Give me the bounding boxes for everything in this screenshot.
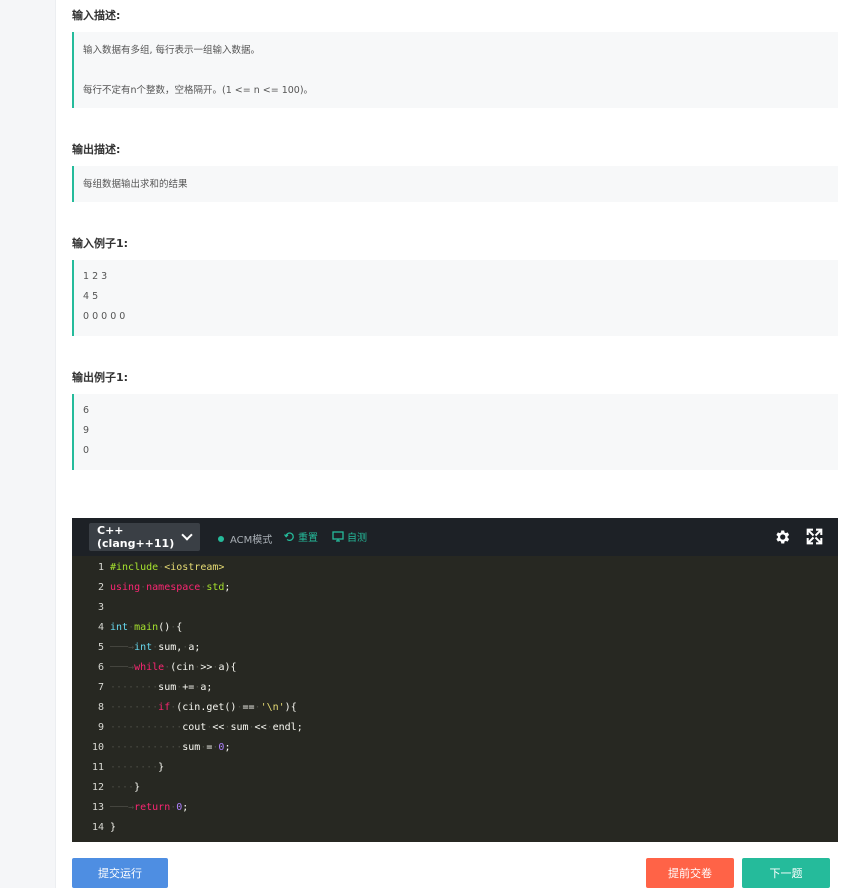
line-number: 13 (91, 802, 104, 813)
code-line: 10 ············sum·=·0; (72, 738, 838, 758)
code-line: 8 ········if·(cin.get()·==·'\n'){ (72, 698, 838, 718)
next-question-button[interactable]: 下一题 (742, 858, 830, 888)
code-text: ───→return·0; (110, 802, 189, 813)
input-example-box: 1 2 3 4 5 0 0 0 0 0 (72, 260, 838, 336)
code-line: 7 ········sum·+=·a; (72, 678, 838, 698)
code-line: 13 ───→return·0; (72, 798, 838, 818)
input-description-line: 每行不定有n个整数，空格隔开。(1 <= n <= 100)。 (83, 85, 314, 96)
code-text: ····} (110, 782, 141, 793)
code-line: 12 ····} (72, 778, 838, 798)
code-text: int·main()·{ (110, 622, 183, 633)
line-number: 7 (97, 682, 104, 693)
code-line: 6 ───→while·(cin·>>·a){ (72, 658, 838, 678)
input-example-line: 1 2 3 (83, 271, 108, 282)
code-text: ············cout·<<·sum·<<·endl; (110, 722, 303, 733)
self-test-label: 自测 (347, 533, 367, 544)
output-example-line: 6 (83, 405, 90, 416)
line-number: 6 (97, 662, 104, 673)
code-line: 9 ············cout·<<·sum·<<·endl; (72, 718, 838, 738)
line-number: 9 (97, 722, 104, 733)
code-text: ───→while·(cin·>>·a){ (110, 662, 237, 673)
gear-icon[interactable] (773, 528, 791, 546)
input-description-line: 输入数据有多组, 每行表示一组输入数据。 (83, 45, 261, 56)
self-test-button[interactable]: 自测 (332, 529, 367, 544)
output-example-box: 6 9 0 (72, 394, 838, 470)
input-example-line: 4 5 (83, 291, 99, 302)
input-example-line: 0 0 0 0 0 (83, 311, 126, 322)
code-line: 2 using·namespace·std; (72, 578, 838, 598)
line-number: 8 (97, 702, 104, 713)
line-number: 4 (97, 622, 104, 633)
language-select[interactable]: C++(clang++11) (89, 523, 200, 551)
editor-toolbar: C++(clang++11) ACM模式 重置 自测 (72, 518, 838, 556)
code-line: 4 int·main()·{ (72, 618, 838, 638)
input-example-title: 输入例子1: (72, 237, 129, 250)
output-description-line: 每组数据输出求和的结果 (83, 179, 188, 190)
submit-early-button[interactable]: 提前交卷 (646, 858, 734, 888)
left-gutter (0, 0, 56, 888)
line-number: 2 (97, 582, 104, 593)
acm-mode-indicator: ACM模式 (218, 531, 272, 546)
code-line: 11 ········} (72, 758, 838, 778)
code-text: #include·<iostream> (110, 562, 225, 573)
line-number: 3 (97, 602, 104, 613)
output-description-box: 每组数据输出求和的结果 (72, 166, 838, 202)
code-text: ───→int·sum,·a; (110, 642, 201, 653)
code-text: ········} (110, 762, 165, 773)
acm-mode-label: ACM模式 (230, 535, 273, 546)
output-example-line: 9 (83, 425, 90, 436)
code-line: 5 ───→int·sum,·a; (72, 638, 838, 658)
code-line: 3 (72, 598, 838, 618)
reset-icon (284, 532, 294, 541)
code-text: ········sum·+=·a; (110, 682, 213, 693)
reset-button[interactable]: 重置 (284, 529, 318, 544)
code-text: ············sum·=·0; (110, 742, 231, 753)
code-text: using·namespace·std; (110, 582, 231, 593)
output-example-title: 输出例子1: (72, 371, 129, 384)
submit-run-button[interactable]: 提交运行 (72, 858, 168, 888)
code-text: } (110, 822, 117, 833)
line-number: 12 (91, 782, 104, 793)
input-description-box: 输入数据有多组, 每行表示一组输入数据。 每行不定有n个整数，空格隔开。(1 <… (72, 32, 838, 108)
reset-label: 重置 (298, 533, 318, 544)
monitor-icon (332, 531, 344, 542)
output-description-title: 输出描述: (72, 143, 121, 156)
line-number: 5 (97, 642, 104, 653)
code-line: 1 #include·<iostream> (72, 558, 838, 578)
status-dot-icon (218, 535, 224, 542)
fullscreen-icon[interactable] (806, 528, 823, 545)
code-line: 14 } (72, 818, 838, 838)
input-description-title: 输入描述: (72, 9, 121, 22)
line-number: 10 (91, 742, 104, 753)
code-text: ········if·(cin.get()·==·'\n'){ (110, 702, 297, 713)
line-number: 1 (97, 562, 104, 573)
line-number: 11 (91, 762, 104, 773)
code-editor[interactable]: C++(clang++11) ACM模式 重置 自测 1 #include·<i… (72, 518, 838, 842)
output-example-line: 0 (83, 445, 90, 456)
line-number: 14 (91, 822, 104, 833)
